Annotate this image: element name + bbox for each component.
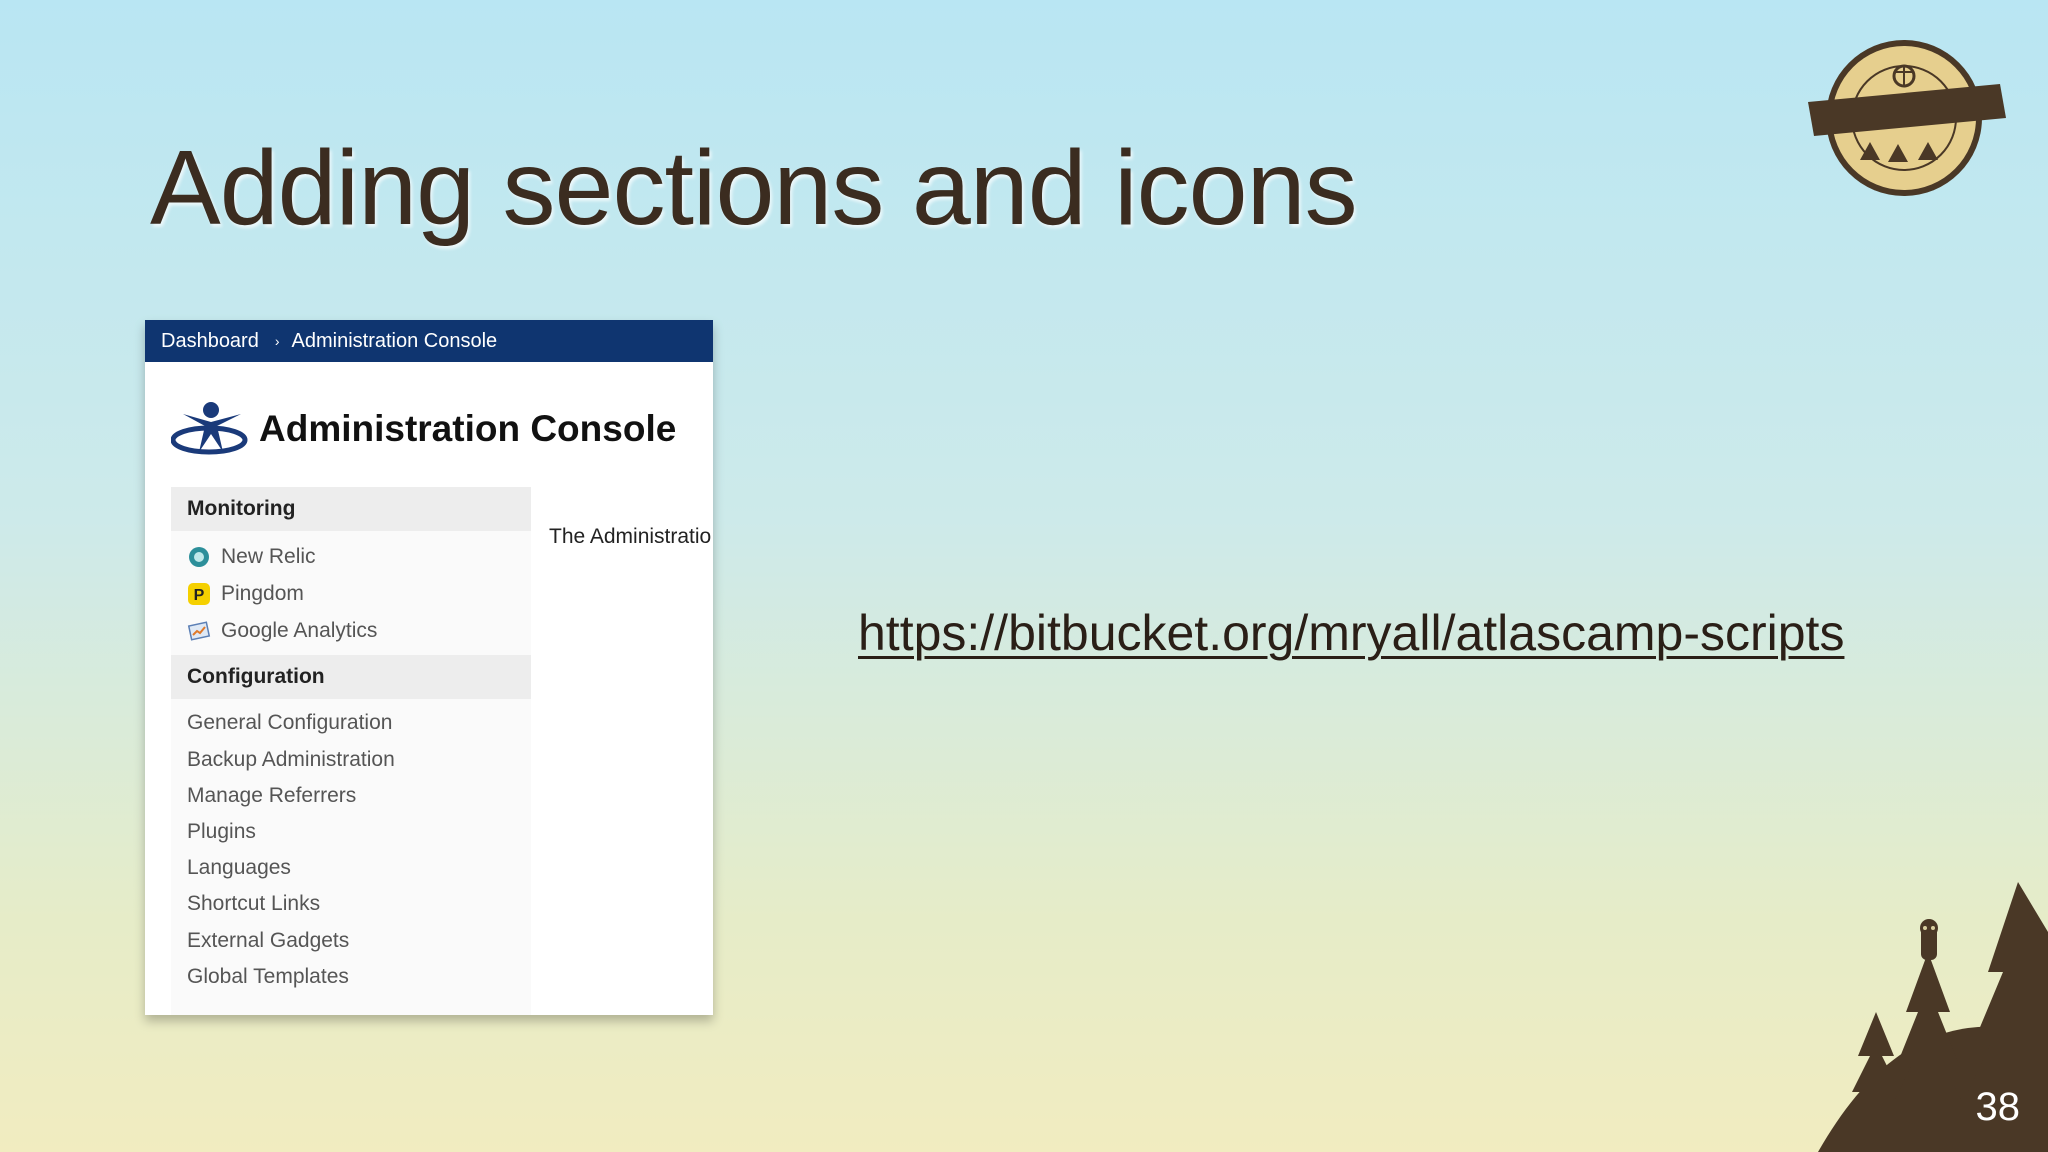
- sidebar-item-label: Google Analytics: [221, 618, 378, 642]
- atlascamp-badge-logo: [1808, 40, 2006, 196]
- sidebar-item-plugins[interactable]: Plugins: [171, 814, 531, 850]
- admin-sidebar: Monitoring New Relic P Pingdom Google An…: [171, 487, 531, 1015]
- console-header: Administration Console: [171, 400, 676, 458]
- pingdom-icon: P: [188, 583, 210, 606]
- breadcrumb-dashboard[interactable]: Dashboard: [161, 330, 259, 353]
- monitoring-list: New Relic P Pingdom Google Analytics: [171, 531, 531, 655]
- repository-link[interactable]: https://bitbucket.org/mryall/atlascamp-s…: [858, 604, 1844, 662]
- page-number: 38: [1975, 1085, 2021, 1129]
- sidebar-item-shortcut-links[interactable]: Shortcut Links: [171, 886, 531, 922]
- slide-title: Adding sections and icons: [150, 129, 1358, 247]
- sidebar-item-label: Pingdom: [221, 582, 304, 606]
- sidebar-item-backup-administration[interactable]: Backup Administration: [171, 742, 531, 778]
- sidebar-item-label: New Relic: [221, 545, 316, 569]
- breadcrumb-admin-console[interactable]: Administration Console: [292, 330, 498, 353]
- admin-console-screenshot: Dashboard › Administration Console Admin…: [145, 320, 713, 1015]
- section-heading-monitoring: Monitoring: [171, 487, 531, 531]
- sidebar-item-manage-referrers[interactable]: Manage Referrers: [171, 778, 531, 814]
- section-heading-configuration: Configuration: [171, 655, 531, 700]
- sidebar-item-general-configuration[interactable]: General Configuration: [171, 705, 531, 741]
- sidebar-item-google-analytics[interactable]: Google Analytics: [171, 613, 531, 650]
- svg-text:P: P: [194, 587, 205, 604]
- sidebar-item-pingdom[interactable]: P Pingdom: [171, 576, 531, 613]
- sidebar-item-new-relic[interactable]: New Relic: [171, 539, 531, 576]
- configuration-list: General Configuration Backup Administrat…: [171, 699, 531, 995]
- confluence-logo-icon: [171, 402, 248, 455]
- sidebar-item-languages[interactable]: Languages: [171, 850, 531, 886]
- breadcrumb-separator-icon: ›: [274, 333, 280, 349]
- sidebar-item-global-templates[interactable]: Global Templates: [171, 959, 531, 995]
- google-analytics-icon: [187, 621, 211, 641]
- console-intro-text: The Administratio: [549, 525, 712, 548]
- new-relic-icon: [189, 547, 209, 568]
- sidebar-item-external-gadgets[interactable]: External Gadgets: [171, 923, 531, 959]
- console-title: Administration Console: [259, 408, 677, 449]
- breadcrumb: Dashboard › Administration Console: [145, 320, 713, 362]
